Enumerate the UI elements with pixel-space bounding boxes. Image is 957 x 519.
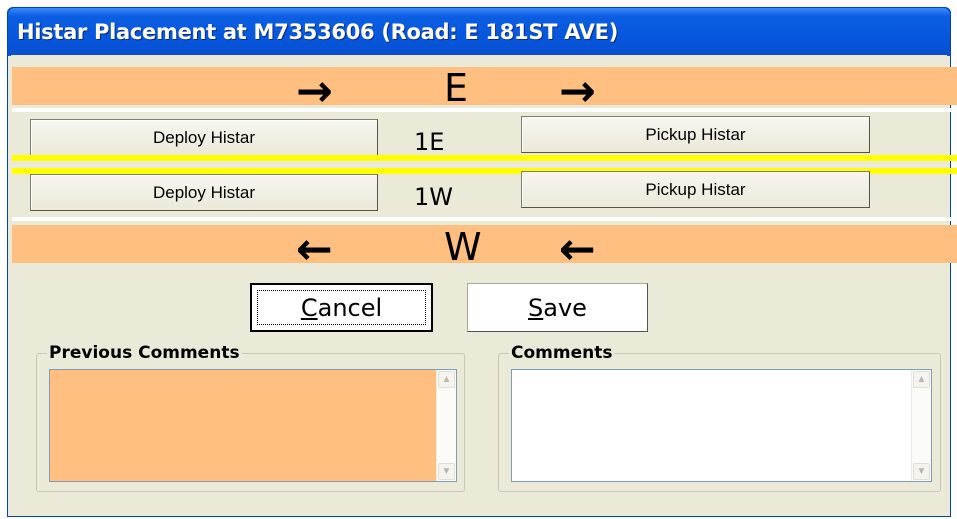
save-mnemonic: S: [528, 293, 544, 322]
scroll-up-icon[interactable]: ▲: [438, 371, 455, 388]
previous-comments-scrollbar[interactable]: ▲ ▼: [436, 370, 456, 481]
direction-label-west: W: [444, 225, 482, 269]
deploy-histar-1e-button[interactable]: Deploy Histar: [30, 119, 378, 156]
scroll-down-icon[interactable]: ▼: [438, 463, 455, 480]
save-button[interactable]: Save: [467, 283, 648, 332]
previous-comments-title: Previous Comments: [47, 343, 242, 363]
deploy-histar-1w-button[interactable]: Deploy Histar: [30, 174, 378, 211]
westbound-direction-band: [12, 225, 957, 263]
save-label-rest: ave: [543, 293, 587, 322]
pickup-histar-1w-button[interactable]: Pickup Histar: [521, 171, 870, 208]
lane-label-1w: 1W: [414, 183, 453, 211]
west-arrow-icon-left: ←: [296, 224, 333, 275]
comments-group: Comments ▲ ▼: [498, 343, 941, 492]
lane-label-1e: 1E: [414, 128, 445, 156]
center-line-upper: [12, 155, 957, 161]
edge-line-bottom: [12, 217, 957, 221]
pickup-histar-1e-button[interactable]: Pickup Histar: [521, 116, 870, 153]
scroll-down-icon[interactable]: ▼: [913, 463, 930, 480]
window-title: Histar Placement at M7353606 (Road: E 18…: [17, 20, 619, 44]
cancel-button[interactable]: Cancel: [250, 283, 433, 332]
comments-title: Comments: [509, 343, 615, 363]
previous-comments-textarea[interactable]: ▲ ▼: [49, 369, 457, 482]
direction-label-east: E: [444, 66, 469, 110]
scroll-up-icon[interactable]: ▲: [913, 371, 930, 388]
west-arrow-icon-right: ←: [559, 224, 596, 275]
comments-scrollbar[interactable]: ▲ ▼: [911, 370, 931, 481]
comments-textarea[interactable]: ▲ ▼: [511, 369, 932, 482]
title-bar[interactable]: Histar Placement at M7353606 (Road: E 18…: [8, 8, 950, 55]
eastbound-direction-band: [12, 67, 957, 105]
focus-rectangle: [257, 290, 426, 325]
previous-comments-group: Previous Comments ▲ ▼: [36, 343, 465, 492]
edge-line-top: [12, 108, 957, 112]
